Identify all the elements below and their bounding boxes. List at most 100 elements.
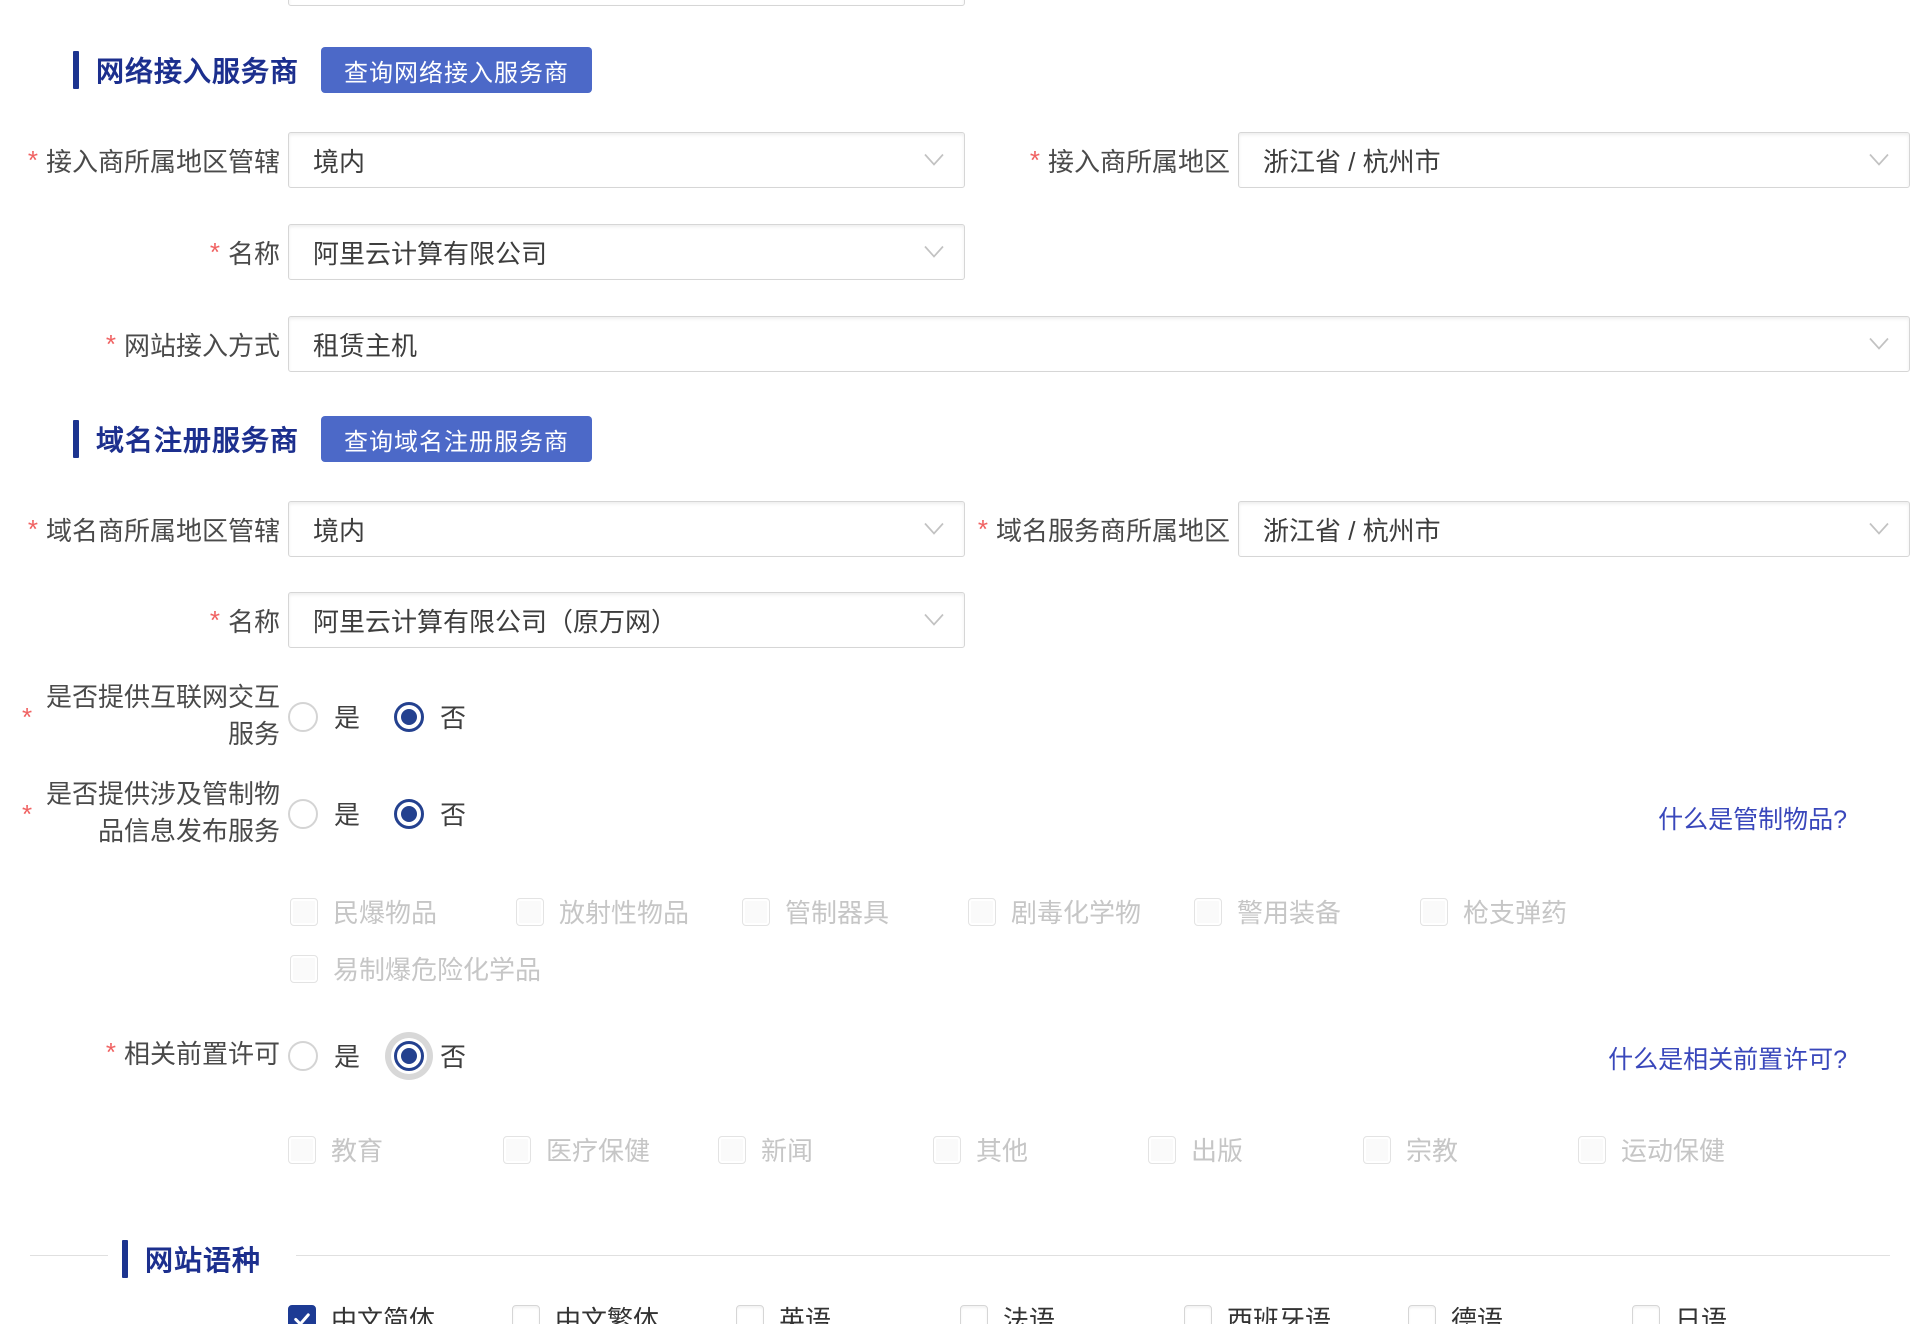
checkbox-item: 出版 <box>1148 1131 1363 1168</box>
checkbox-label: 运动保健 <box>1621 1131 1725 1168</box>
chevron-down-icon <box>1869 154 1889 167</box>
checkbox-item: 枪支弹药 <box>1420 893 1646 930</box>
radio-no[interactable] <box>394 1041 424 1071</box>
checkbox[interactable] <box>1632 1305 1660 1324</box>
section-accent-bar <box>73 51 79 89</box>
checkbox-label: 医疗保健 <box>546 1131 650 1168</box>
checkbox <box>1194 898 1222 926</box>
checkbox-label: 中文繁体 <box>555 1300 659 1324</box>
checkbox[interactable] <box>1184 1305 1212 1324</box>
section-accent-bar <box>73 420 79 458</box>
clipped-input-above[interactable] <box>288 0 965 6</box>
required-asterisk: * <box>210 237 220 268</box>
checkbox-checked[interactable] <box>288 1305 316 1324</box>
checkbox-item[interactable]: 法语 <box>960 1300 1184 1324</box>
controlled-items-radio-group: 是 否 <box>288 795 500 832</box>
checkbox-label: 德语 <box>1451 1300 1503 1324</box>
select-value: 境内 <box>313 142 365 179</box>
checkbox <box>290 898 318 926</box>
access-region-select[interactable]: 浙江省 / 杭州市 <box>1238 132 1910 188</box>
access-provider-name-select[interactable]: 阿里云计算有限公司 <box>288 224 965 280</box>
query-domain-registrar-button[interactable]: 查询域名注册服务商 <box>321 416 592 462</box>
required-asterisk: * <box>210 605 220 636</box>
checkbox-item: 运动保健 <box>1578 1131 1793 1168</box>
checkbox <box>1578 1136 1606 1164</box>
checkbox-label: 警用装备 <box>1237 893 1341 930</box>
field-label-line2: 品信息发布服务 <box>0 813 280 850</box>
select-value: 阿里云计算有限公司 <box>313 234 547 271</box>
checkbox-label: 法语 <box>1003 1300 1055 1324</box>
radio-no-label[interactable]: 否 <box>440 795 466 832</box>
field-label-text: 相关前置许可 <box>124 1034 280 1071</box>
chevron-down-icon <box>1869 338 1889 351</box>
access-method-select[interactable]: 租赁主机 <box>288 316 1910 372</box>
checkbox-label: 出版 <box>1191 1131 1243 1168</box>
radio-no[interactable] <box>394 702 424 732</box>
checkbox-item: 管制器具 <box>742 893 968 930</box>
checkbox[interactable] <box>960 1305 988 1324</box>
radio-yes[interactable] <box>288 799 318 829</box>
required-asterisk: * <box>1030 145 1040 176</box>
select-value: 境内 <box>313 511 365 548</box>
checkbox <box>1148 1136 1176 1164</box>
checkbox[interactable] <box>1408 1305 1436 1324</box>
chevron-down-icon <box>924 154 944 167</box>
chevron-down-icon <box>924 246 944 259</box>
radio-no-label[interactable]: 否 <box>440 1037 466 1074</box>
what-is-prerequisite-permit-link[interactable]: 什么是相关前置许可? <box>1608 1040 1847 1076</box>
interactive-service-radio-group: 是 否 <box>288 698 500 735</box>
checkbox-item[interactable]: 英语 <box>736 1300 960 1324</box>
required-asterisk: * <box>28 514 38 545</box>
checkbox[interactable] <box>736 1305 764 1324</box>
checkbox-label: 管制器具 <box>785 893 889 930</box>
checkbox-item[interactable]: 西班牙语 <box>1184 1300 1408 1324</box>
query-network-access-provider-button[interactable]: 查询网络接入服务商 <box>321 47 592 93</box>
checkbox-item: 易制爆危险化学品 <box>290 950 570 987</box>
checkbox-label: 放射性物品 <box>559 893 689 930</box>
checkbox <box>1420 898 1448 926</box>
icp-website-info-form: 网络接入服务商 查询网络接入服务商 * 接入商所属地区管辖 境内 * 接入商所属… <box>0 0 1920 1324</box>
radio-yes[interactable] <box>288 702 318 732</box>
checkbox-item[interactable]: 中文繁体 <box>512 1300 736 1324</box>
section-accent-bar <box>122 1240 128 1278</box>
checkbox-item: 医疗保健 <box>503 1131 718 1168</box>
checkbox-item[interactable]: 德语 <box>1408 1300 1632 1324</box>
radio-no-label[interactable]: 否 <box>440 698 466 735</box>
checkbox <box>968 898 996 926</box>
checkbox[interactable] <box>512 1305 540 1324</box>
radio-yes-label[interactable]: 是 <box>334 698 360 735</box>
prerequisite-permit-radio-group: 是 否 <box>288 1037 500 1074</box>
checkbox-label: 其他 <box>976 1131 1028 1168</box>
field-label-text: 接入商所属地区 <box>1048 142 1230 179</box>
field-label-controlled-items-service: 是否提供涉及管制物 品信息发布服务 <box>0 776 280 850</box>
divider-line-left <box>30 1255 108 1256</box>
required-asterisk: * <box>978 514 988 545</box>
required-asterisk: * <box>106 329 116 360</box>
checkbox-item[interactable]: 中文简体 <box>288 1300 512 1324</box>
access-jurisdiction-select[interactable]: 境内 <box>288 132 965 188</box>
checkbox-item[interactable]: 日语 <box>1632 1300 1856 1324</box>
domain-region-select[interactable]: 浙江省 / 杭州市 <box>1238 501 1910 557</box>
checkbox <box>742 898 770 926</box>
section-network-access-provider: 网络接入服务商 查询网络接入服务商 <box>73 47 592 93</box>
checkbox <box>1363 1136 1391 1164</box>
checkbox-item: 新闻 <box>718 1131 933 1168</box>
radio-yes-label[interactable]: 是 <box>334 1037 360 1074</box>
check-icon <box>292 1309 312 1324</box>
field-label-access-method: * 网站接入方式 <box>0 316 280 372</box>
select-value: 阿里云计算有限公司（原万网） <box>313 602 677 639</box>
chevron-down-icon <box>1869 523 1889 536</box>
checkbox-item: 其他 <box>933 1131 1148 1168</box>
radio-no[interactable] <box>394 799 424 829</box>
checkbox <box>516 898 544 926</box>
domain-registrar-name-select[interactable]: 阿里云计算有限公司（原万网） <box>288 592 965 648</box>
domain-jurisdiction-select[interactable]: 境内 <box>288 501 965 557</box>
checkbox <box>290 955 318 983</box>
radio-yes-label[interactable]: 是 <box>334 795 360 832</box>
field-label-text: 网站接入方式 <box>124 326 280 363</box>
radio-yes[interactable] <box>288 1041 318 1071</box>
what-are-controlled-items-link[interactable]: 什么是管制物品? <box>1658 800 1847 836</box>
field-label-access-jurisdiction: * 接入商所属地区管辖 <box>0 132 280 188</box>
checkbox-item: 剧毒化学物 <box>968 893 1194 930</box>
checkbox-label: 民爆物品 <box>333 893 437 930</box>
